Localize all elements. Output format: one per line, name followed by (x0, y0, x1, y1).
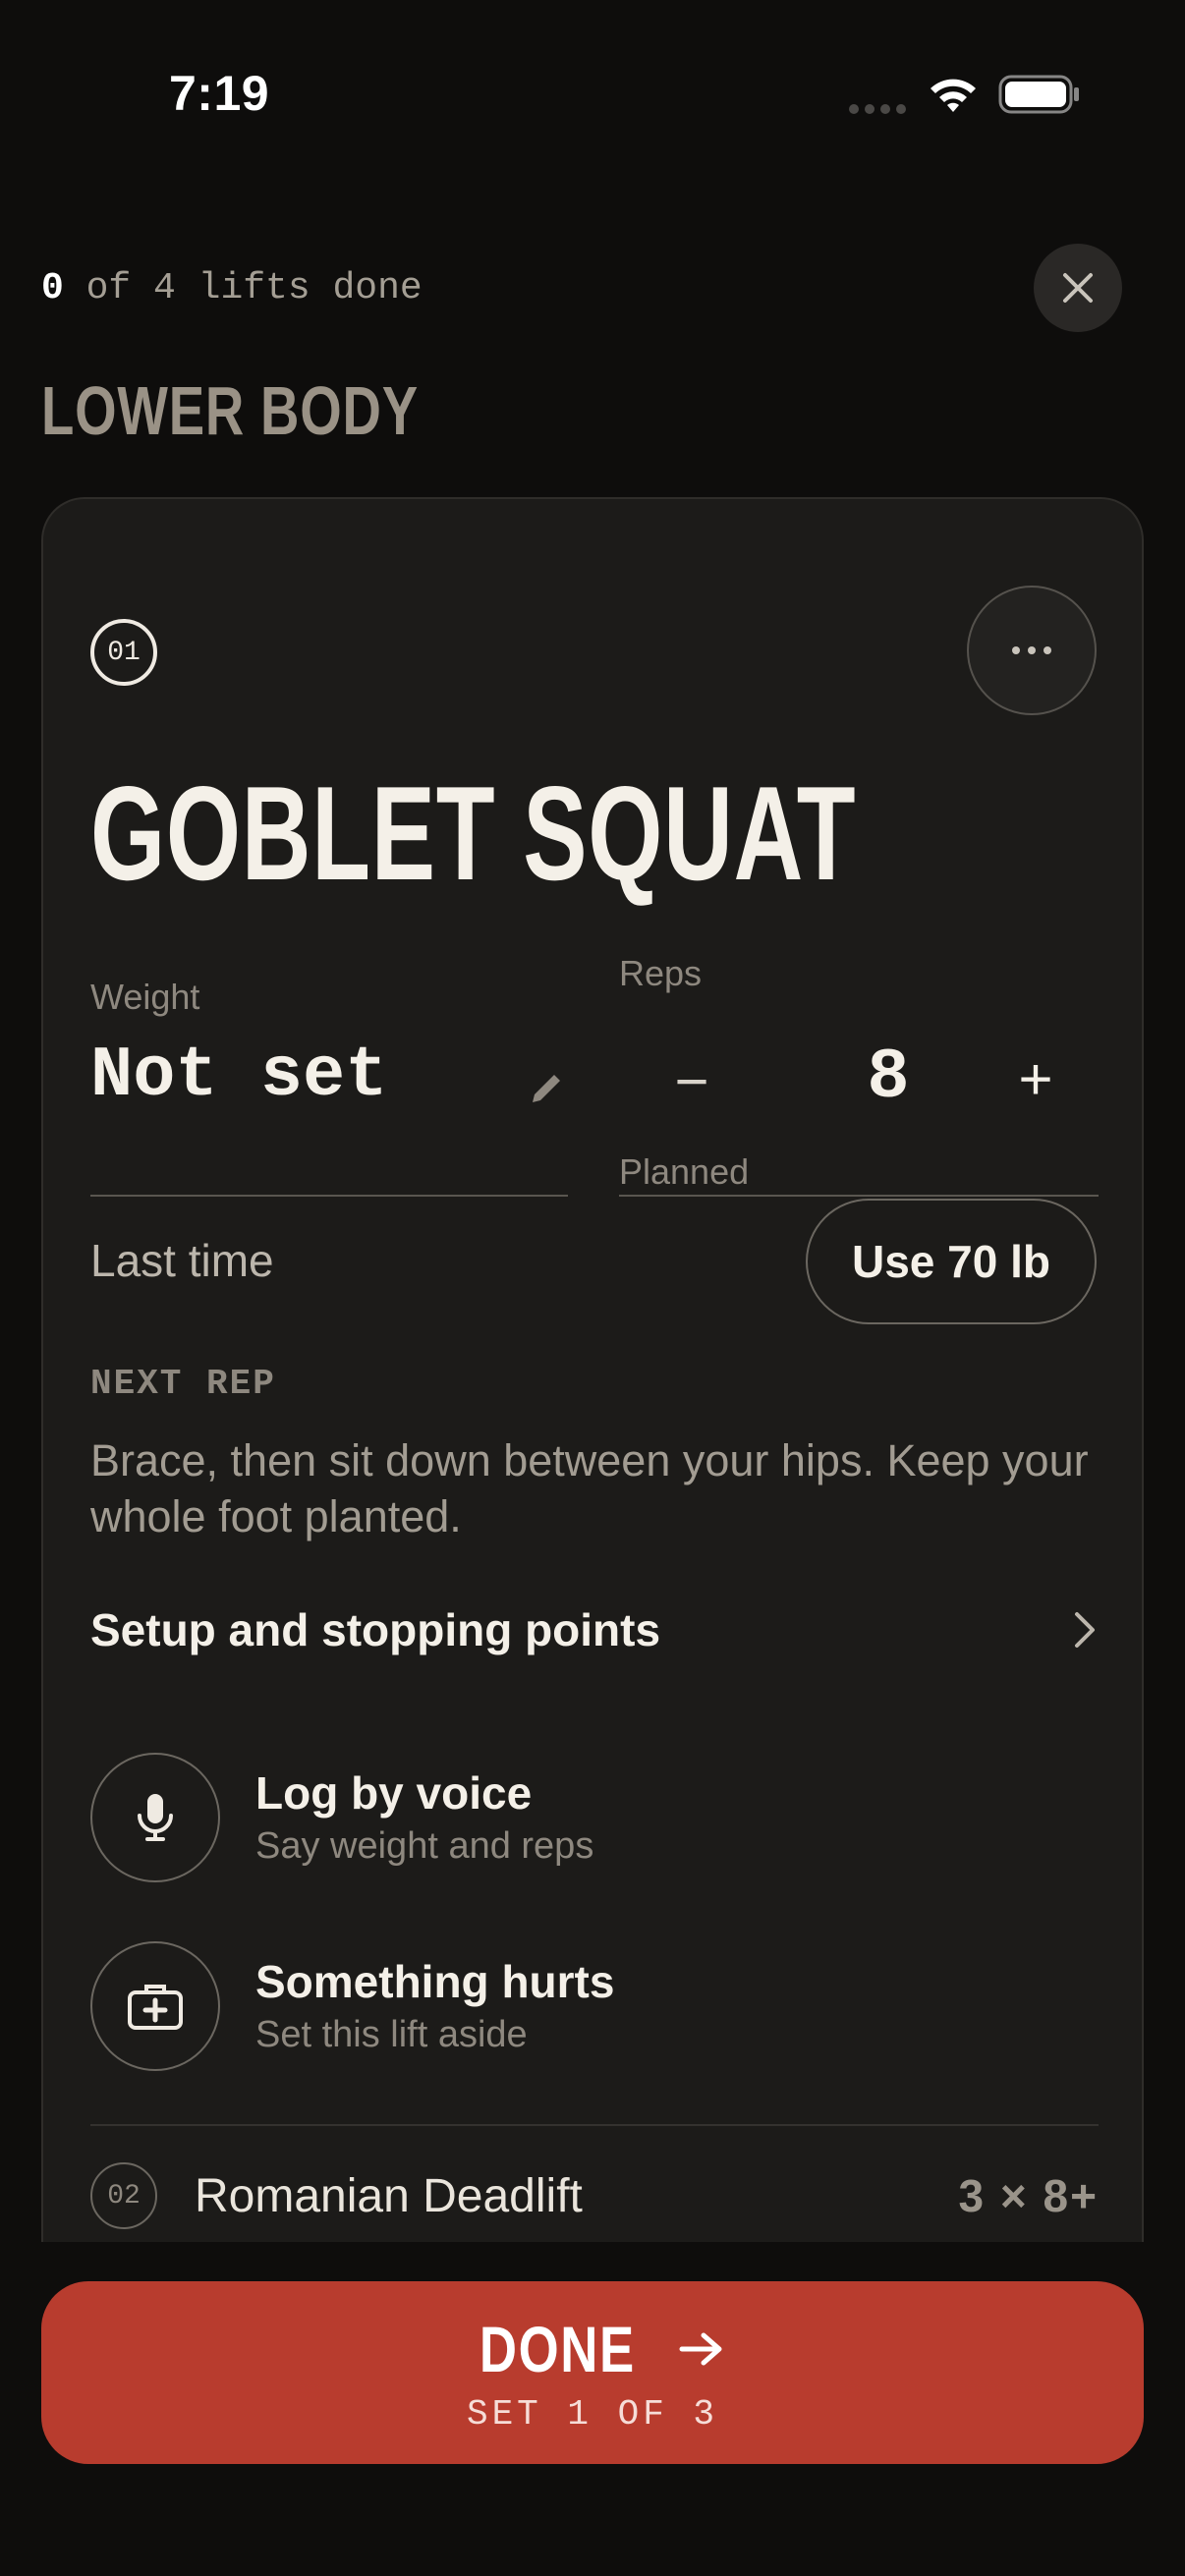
exercise-number-badge: 01 (90, 619, 157, 686)
more-dot (1028, 646, 1036, 654)
something-hurts-title: Something hurts (255, 1956, 615, 2007)
next-rep-label: NEXT REP (90, 1364, 276, 1404)
reps-label: Reps (619, 953, 703, 993)
weight-input[interactable]: Not set (90, 1036, 387, 1116)
exercise-title: GOBLET SQUAT (90, 758, 857, 908)
reps-planned-label: Planned (619, 1151, 750, 1192)
more-options-button[interactable] (967, 586, 1097, 715)
arrow-right-icon (679, 2332, 722, 2365)
weight-label: Weight (90, 977, 200, 1017)
wifi-icon (931, 79, 976, 112)
exercise-card: 01 GOBLET SQUAT Weight Not set Reps − 8 … (41, 497, 1144, 2242)
setup-stopping-points-link[interactable]: Setup and stopping points (90, 1596, 1099, 1664)
reps-increment-button[interactable]: + (1006, 1045, 1065, 1113)
workout-section-title: LOWER BODY (41, 372, 419, 449)
next-exercise-number: 02 (90, 2162, 157, 2229)
next-exercise-name: Romanian Deadlift (195, 2169, 583, 2222)
divider (90, 2124, 1099, 2126)
voice-icon-circle (90, 1753, 220, 1882)
cellular-signal-icon (849, 104, 906, 114)
reps-decrement-button[interactable]: − (664, 1047, 719, 1115)
use-last-weight-button[interactable]: Use 70 lb (806, 1199, 1097, 1324)
close-icon (1063, 273, 1093, 303)
log-by-voice-subtitle: Say weight and reps (255, 1825, 594, 1867)
next-exercise-row[interactable]: 02 Romanian Deadlift 3 × 8+ (90, 2161, 1099, 2230)
more-dot (1012, 646, 1020, 654)
hurts-icon-circle (90, 1941, 220, 2071)
set-progress-label: SET 1 OF 3 (466, 2393, 719, 2435)
log-by-voice-title: Log by voice (255, 1767, 533, 1819)
done-label: DONE (479, 2312, 636, 2385)
close-button[interactable] (1034, 244, 1122, 332)
chevron-right-icon (1075, 1612, 1095, 1648)
last-time-label: Last time (90, 1235, 274, 1286)
something-hurts-button[interactable]: Something hurts Set this lift aside (90, 1941, 1099, 2071)
next-exercise-scheme: 3 × 8+ (958, 2170, 1099, 2221)
battery-icon (998, 75, 1079, 114)
status-time: 7:19 (169, 66, 270, 121)
first-aid-kit-icon (128, 1985, 183, 2030)
weight-underline (90, 1195, 568, 1197)
more-dot (1044, 646, 1051, 654)
done-button[interactable]: DONE SET 1 OF 3 (41, 2281, 1144, 2464)
something-hurts-subtitle: Set this lift aside (255, 2014, 528, 2055)
microphone-icon (138, 1794, 173, 1841)
pencil-icon[interactable] (525, 1067, 568, 1110)
reps-underline (619, 1195, 1099, 1197)
log-by-voice-button[interactable]: Log by voice Say weight and reps (90, 1753, 1099, 1882)
next-rep-cue: Brace, then sit down between your hips. … (90, 1435, 1089, 1541)
reps-value: 8 (867, 1037, 910, 1118)
lifts-progress: 0 of 4 lifts done (41, 267, 423, 309)
setup-link-label: Setup and stopping points (90, 1604, 661, 1655)
